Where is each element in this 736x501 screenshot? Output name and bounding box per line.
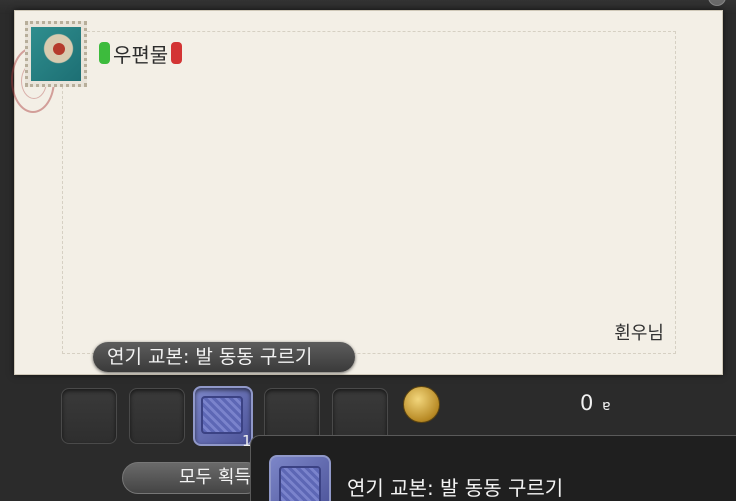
tooltip-item-name: 연기 교본: 발 동동 구르기 xyxy=(347,476,564,500)
letter-paper: 우편물 휜우님 xyxy=(11,10,723,375)
item-tooltip: 연기 교본: 발 동동 구르기 xyxy=(250,435,736,501)
wax-seal-icon xyxy=(53,43,65,55)
attachment-slot-2[interactable] xyxy=(129,388,185,444)
letter-sender: 우편물 xyxy=(99,41,183,67)
stamp-image xyxy=(31,27,81,81)
letter-border xyxy=(62,31,676,354)
gil-coin-icon xyxy=(403,386,440,423)
letter-signature: 휜우님 xyxy=(614,323,664,344)
book-icon xyxy=(279,466,321,501)
attachment-caption: 연기 교본: 발 동동 구르기 xyxy=(93,342,355,372)
receive-all-button[interactable]: 모두 획득 xyxy=(122,462,262,494)
gil-symbol: ɐ xyxy=(602,398,611,414)
bracket-right-icon xyxy=(171,42,183,64)
gil-amount: 0 ɐ xyxy=(580,391,610,415)
tooltip-item-slot xyxy=(269,455,331,501)
bracket-left-icon xyxy=(99,42,110,64)
postage-stamp-icon xyxy=(25,21,87,87)
gil-amount-value: 0 xyxy=(580,391,594,415)
book-icon xyxy=(201,396,243,434)
sender-label: 우편물 xyxy=(113,42,169,67)
attachment-slot-1[interactable] xyxy=(61,388,117,444)
